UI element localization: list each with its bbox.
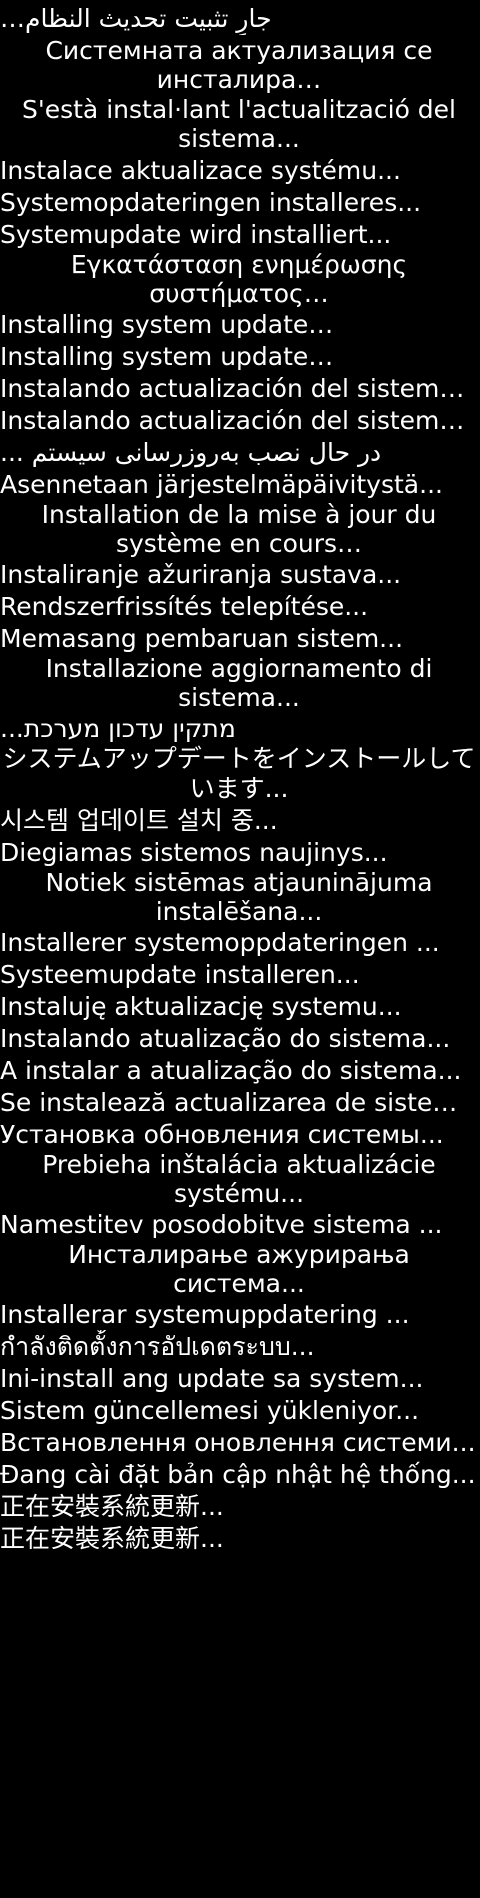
install-message-de: Systemupdate wird installiert... — [0, 220, 392, 249]
install-message-sl: Namestitev posodobitve sistema ... — [0, 1210, 443, 1239]
install-message-iw: מתקין עדכון מערכת... — [0, 714, 236, 743]
install-message-es: Instalando actualización del sistema... — [0, 374, 479, 403]
install-message-el: Εγκατάσταση ενημέρωσης συστήματος… — [70, 250, 408, 308]
install-message-sr: Инсталирање ажурирања система... — [68, 1240, 410, 1298]
install-message-pt-pt: A instalar a atualização do sistema... — [0, 1056, 462, 1085]
install-message-ja: システムアップデートをインストールしています... — [2, 744, 476, 803]
install-message-sk: Prebieha inštalácia aktualizácie systému… — [42, 1150, 436, 1208]
install-message-zh-tw: 正在安裝系統更新... — [0, 1524, 224, 1553]
install-message-fi: Asennetaan järjestelmäpäivitystä... — [0, 470, 443, 499]
install-message-list: جارٍ تثبيت تحديث النظام… Системната акту… — [0, 0, 480, 1898]
install-message-tl: Ini-install ang update sa system... — [0, 1364, 424, 1393]
install-message-fa: در حال نصب به‌روزرسانی سیستم ... — [0, 438, 382, 467]
install-message-tr: Sistem güncellemesi yükleniyor... — [0, 1396, 420, 1425]
install-message-cs: Instalace aktualizace systému... — [0, 156, 401, 185]
install-message-en-gb: Installing system update… — [0, 310, 334, 339]
install-message-en-us: Installing system update… — [0, 342, 334, 371]
install-message-pt-br: Instalando atualização do sistema... — [0, 1024, 451, 1053]
install-message-vi: Đang cài đặt bản cập nhật hệ thống... — [0, 1460, 476, 1489]
install-message-th: กำลังติดตั้งการอัปเดตระบบ... — [0, 1332, 315, 1361]
install-message-ar: جارٍ تثبيت تحديث النظام… — [0, 4, 272, 33]
install-message-ru: Установка обновления системы... — [0, 1120, 444, 1149]
install-message-ro: Se instalează actualizarea de sistem... — [0, 1088, 480, 1117]
install-message-sv: Installerar systemuppdatering ... — [0, 1300, 410, 1329]
install-message-hr: Instaliranje ažuriranja sustava... — [0, 560, 402, 589]
install-message-lt: Diegiamas sistemos naujinys... — [0, 838, 388, 867]
install-message-lv: Notiek sistēmas atjauninājuma instalēšan… — [45, 868, 433, 926]
install-message-bg: Системната актуализация се инсталира… — [45, 36, 433, 94]
install-message-id: Memasang pembaruan sistem... — [0, 624, 404, 653]
install-message-es-us: Instalando actualización del sistema... — [0, 406, 479, 435]
install-message-hu: Rendszerfrissítés telepítése... — [0, 592, 369, 621]
install-message-nl: Systeemupdate installeren... — [0, 960, 360, 989]
install-message-ca: S'està instal·lant l'actualització del s… — [21, 95, 457, 153]
install-message-fr: Installation de la mise à jour du systèm… — [41, 500, 437, 558]
install-message-pl: Instaluję aktualizację systemu... — [0, 992, 402, 1021]
install-message-da: Systemopdateringen installeres... — [0, 188, 422, 217]
install-message-nb: Installerer systemoppdateringen ... — [0, 928, 440, 957]
install-message-it: Installazione aggiornamento di sistema..… — [45, 654, 433, 712]
install-message-uk: Встановлення оновлення системи... — [0, 1428, 476, 1457]
install-message-zh-cn: 正在安裝系統更新... — [0, 1492, 224, 1521]
install-message-ko: 시스템 업데이트 설치 중... — [0, 806, 278, 835]
